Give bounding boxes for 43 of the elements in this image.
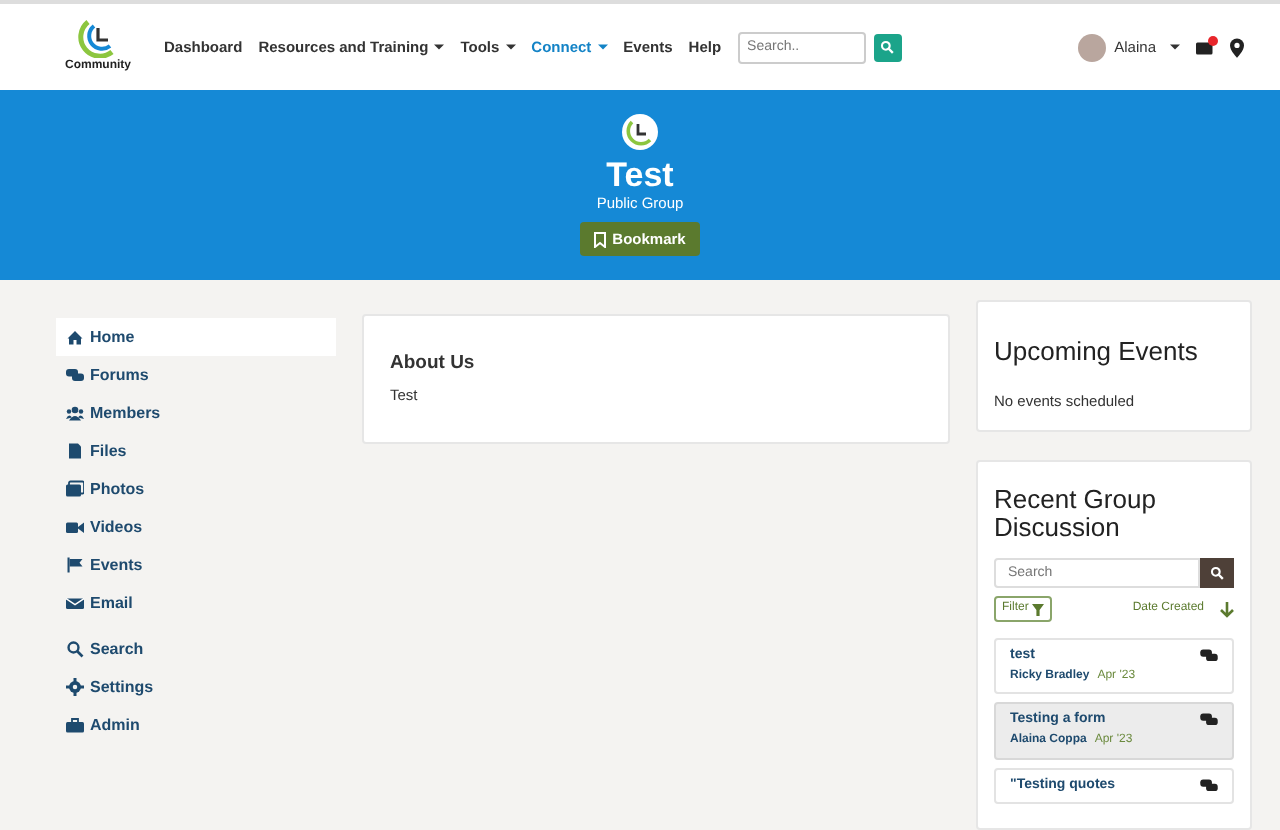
house-icon	[66, 328, 84, 346]
envelope-icon[interactable]	[1196, 38, 1214, 56]
group-logo-icon	[622, 113, 658, 150]
sidebar-item[interactable]: Videos	[56, 508, 336, 546]
sidebar-item[interactable]: Forums	[56, 356, 336, 394]
people-icon	[66, 404, 84, 422]
sidebar-item[interactable]: Admin	[56, 706, 336, 744]
caret-icon	[434, 44, 445, 51]
sidebar-item[interactable]: Events	[56, 546, 336, 584]
chat-bubbles-icon	[1200, 648, 1218, 665]
sidebar-item[interactable]: Settings	[56, 668, 336, 706]
chat-bubbles-icon	[66, 366, 84, 384]
search-icon	[880, 40, 895, 54]
card-heading: Upcoming Events	[994, 338, 1200, 367]
card-heading: Recent Group Discussion	[994, 485, 1158, 543]
envelope-icon	[66, 594, 84, 612]
chat-bubbles-icon	[1200, 712, 1218, 729]
sidebar-item[interactable]: Home	[56, 318, 336, 356]
search-icon	[1210, 566, 1224, 581]
bookmark-icon	[594, 231, 607, 248]
chat-bubbles-icon	[1200, 777, 1218, 794]
caret-icon	[1170, 44, 1180, 50]
filter-icon	[1032, 603, 1045, 616]
document-icon	[66, 442, 84, 460]
caret-icon	[597, 44, 608, 51]
photos-icon	[66, 480, 84, 498]
sidebar-item[interactable]: Search	[56, 630, 336, 668]
search-icon	[66, 640, 84, 658]
sidebar-item[interactable]: Files	[56, 432, 336, 470]
caret-icon	[505, 44, 516, 51]
group-title: Test	[606, 157, 674, 192]
section-heading: About Us	[390, 352, 477, 375]
map-pin-icon[interactable]	[1230, 37, 1244, 57]
avatar-circle	[1078, 33, 1107, 61]
video-camera-icon	[66, 518, 84, 536]
search-button[interactable]	[1200, 558, 1234, 589]
sidebar-item[interactable]: Email	[56, 584, 336, 622]
briefcase-icon	[66, 716, 84, 734]
flag-icon	[66, 556, 84, 574]
sidebar-item[interactable]: Photos	[56, 470, 336, 508]
sidebar-item[interactable]: Members	[56, 394, 336, 432]
arrow-down-icon	[1220, 601, 1234, 618]
settings-icon	[66, 678, 84, 696]
